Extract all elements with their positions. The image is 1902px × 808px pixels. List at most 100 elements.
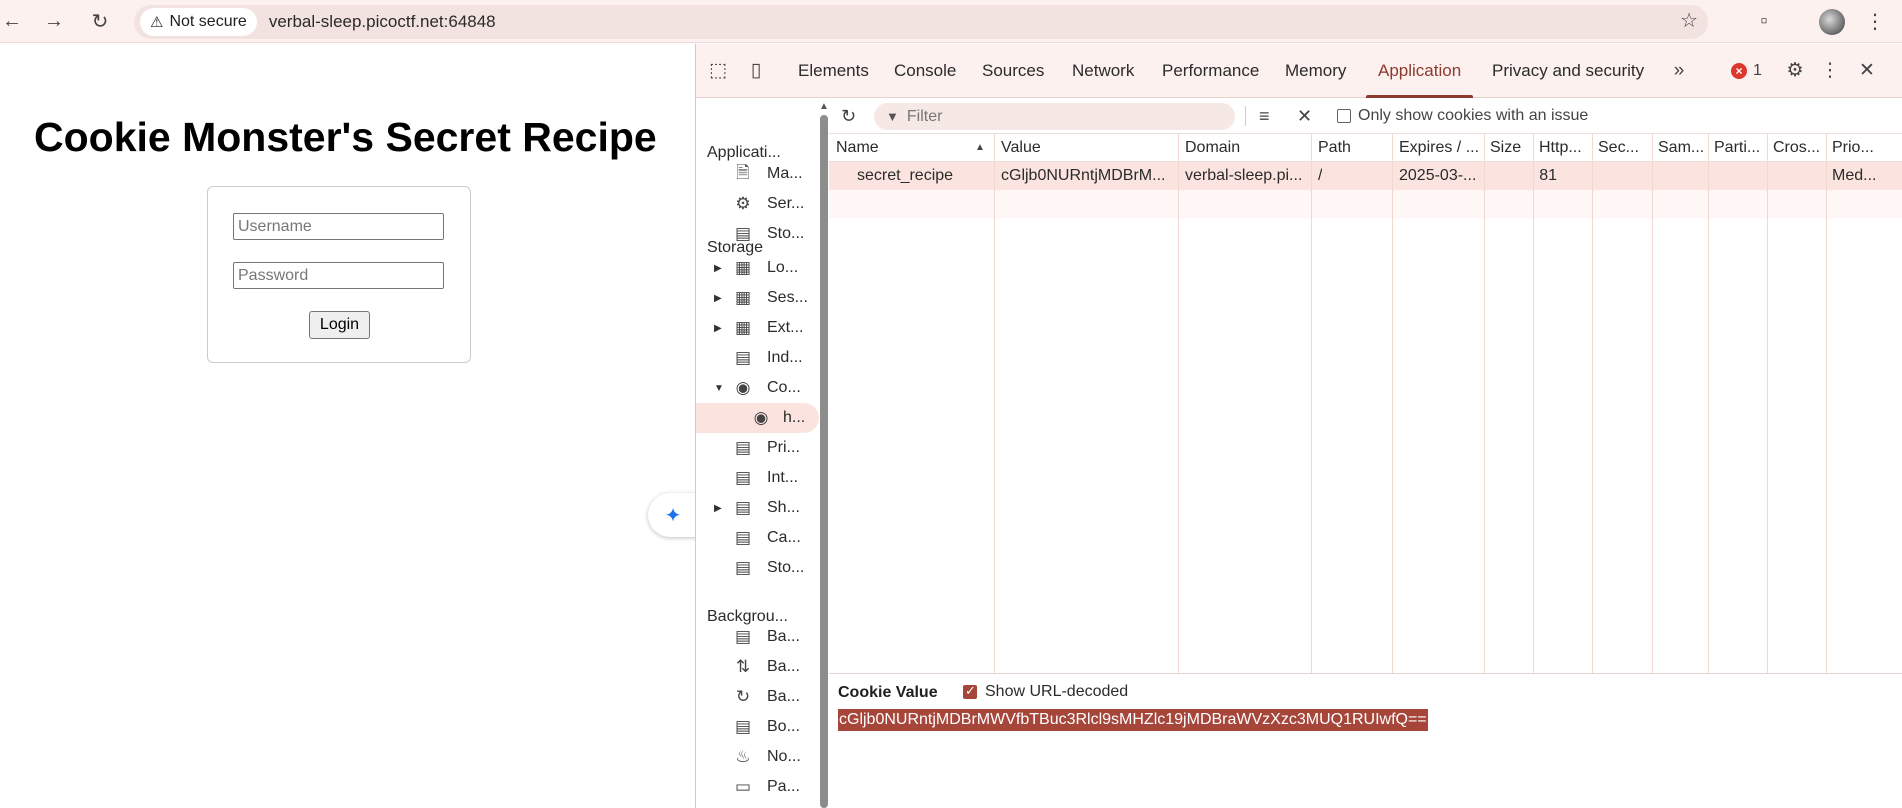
more-tabs-icon[interactable]: »: [1666, 44, 1692, 98]
expand-arrow-icon[interactable]: ▶: [714, 323, 722, 334]
column-header-path[interactable]: Path: [1318, 134, 1392, 162]
close-devtools-icon[interactable]: ✕: [1854, 44, 1880, 98]
settings-gear-icon[interactable]: ⚙: [1781, 44, 1809, 98]
sidebar-item-bounce-tracking[interactable]: ▤ Bo...: [696, 712, 819, 742]
sidebar-item-private-state-tokens[interactable]: ▤ Pri...: [696, 433, 819, 463]
expand-arrow-icon[interactable]: ▶: [714, 293, 722, 304]
sidebar-item-background-fetch[interactable]: ⇅ Ba...: [696, 652, 819, 682]
sidebar-item-indexeddb[interactable]: ▤ Ind...: [696, 343, 819, 373]
refresh-icon[interactable]: ↻: [841, 99, 856, 133]
column-header-samesite[interactable]: Sam...: [1658, 134, 1708, 162]
cookie-value-text[interactable]: cGljb0NURntjMDBrMWVfbTBuc3Rlcl9sMHZlc19j…: [838, 709, 1428, 731]
tab-privacy-and-security[interactable]: Privacy and security: [1492, 44, 1644, 98]
table-row[interactable]: secret_recipe cGljb0NURntjMDBrM... verba…: [829, 162, 1902, 190]
password-input[interactable]: [233, 262, 444, 289]
sidebar-item-shared-storage[interactable]: ▶ ▤ Sh...: [696, 493, 819, 523]
back-icon[interactable]: ←: [0, 0, 34, 43]
sidebar-item-interest-groups[interactable]: ▤ Int...: [696, 463, 819, 493]
bookmark-star-icon[interactable]: ☆: [1680, 8, 1698, 33]
security-chip[interactable]: ⚠ Not secure: [140, 8, 257, 36]
sidebar-item-label: Sto...: [767, 225, 805, 242]
address-bar[interactable]: ⚠ Not secure verbal-sleep.picoctf.net:64…: [134, 5, 1708, 39]
expand-arrow-icon[interactable]: ▶: [714, 503, 722, 514]
delete-selected-icon[interactable]: ✕: [1297, 99, 1312, 133]
show-url-decoded-toggle[interactable]: Show URL-decoded: [963, 683, 1128, 701]
column-divider[interactable]: [1592, 134, 1593, 673]
extensions-icon[interactable]: ▫: [1746, 0, 1782, 43]
sidebar-item-background-sync[interactable]: ↻ Ba...: [696, 682, 819, 712]
cookie-icon: ◉: [753, 408, 769, 427]
column-header-expires[interactable]: Expires / ...: [1399, 134, 1483, 162]
tab-memory[interactable]: Memory: [1285, 44, 1346, 98]
tab-network[interactable]: Network: [1072, 44, 1134, 98]
column-header-size[interactable]: Size: [1490, 134, 1530, 162]
sidebar-item-cookies[interactable]: ▼ ◉ Co...: [696, 373, 819, 403]
column-header-value[interactable]: Value: [1001, 134, 1177, 162]
devtools-panel: ⬚ ▯ Elements Console Sources Network Per…: [695, 44, 1902, 808]
scrollbar-thumb[interactable]: [820, 115, 828, 808]
sidebar-item-session-storage[interactable]: ▶ ▦ Ses...: [696, 283, 819, 313]
login-button[interactable]: Login: [309, 311, 370, 339]
column-divider[interactable]: [1652, 134, 1653, 673]
browser-toolbar: ← → ↻ ⚠ Not secure verbal-sleep.picoctf.…: [0, 0, 1902, 43]
column-divider[interactable]: [1484, 134, 1485, 673]
column-header-name[interactable]: Name: [836, 134, 986, 162]
login-button-wrap: Login: [309, 311, 370, 339]
sidebar-item-notifications[interactable]: ♨ No...: [696, 742, 819, 772]
sidebar-item-label: Sto...: [767, 559, 805, 576]
sidebar-item-local-storage[interactable]: ▶ ▦ Lo...: [696, 253, 819, 283]
column-header-cross-site[interactable]: Cros...: [1773, 134, 1823, 162]
column-divider[interactable]: [1826, 134, 1827, 673]
column-header-secure[interactable]: Sec...: [1598, 134, 1648, 162]
column-divider[interactable]: [1767, 134, 1768, 673]
sidebar-item-label: No...: [767, 748, 801, 765]
collapse-arrow-icon[interactable]: ▼: [714, 383, 724, 394]
ai-assistant-button[interactable]: ✦: [648, 493, 698, 537]
issue-filter-label: Only show cookies with an issue: [1358, 107, 1589, 124]
tab-performance[interactable]: Performance: [1162, 44, 1259, 98]
sidebar-scrollbar[interactable]: ▲: [819, 99, 829, 808]
url-text[interactable]: verbal-sleep.picoctf.net:64848: [269, 12, 496, 32]
tab-console[interactable]: Console: [894, 44, 956, 98]
profile-avatar[interactable]: [1814, 0, 1850, 43]
reload-icon[interactable]: ↻: [78, 0, 122, 43]
sort-ascending-icon[interactable]: ▲: [975, 134, 985, 162]
column-divider[interactable]: [1533, 134, 1534, 673]
column-divider[interactable]: [1392, 134, 1393, 673]
checkbox[interactable]: [1337, 109, 1351, 123]
sidebar-item-extension-storage[interactable]: ▶ ▦ Ext...: [696, 313, 819, 343]
column-header-httponly[interactable]: Http...: [1539, 134, 1589, 162]
tab-sources[interactable]: Sources: [982, 44, 1044, 98]
forward-icon[interactable]: →: [32, 0, 76, 43]
column-divider[interactable]: [994, 134, 995, 673]
column-header-domain[interactable]: Domain: [1185, 134, 1311, 162]
column-header-priority[interactable]: Prio...: [1832, 134, 1892, 162]
sidebar-item-storage-buckets[interactable]: ▤ Sto...: [696, 553, 819, 583]
sidebar-item-cookie-origin[interactable]: ◉ h...: [696, 403, 819, 433]
sidebar-item-payment-handler[interactable]: ▭ Pa...: [696, 772, 819, 802]
filter-input[interactable]: ▼ Filter: [874, 103, 1235, 130]
expand-arrow-icon[interactable]: ▶: [714, 263, 722, 274]
checkbox[interactable]: [963, 683, 977, 699]
error-counter[interactable]: × 1: [1731, 44, 1762, 98]
sidebar-item-service-workers[interactable]: ⚙ Ser...: [696, 189, 819, 219]
tab-application[interactable]: Application: [1365, 44, 1474, 98]
sidebar-item-manifest[interactable]: 🗎 Ma...: [696, 159, 819, 189]
username-input[interactable]: [233, 213, 444, 240]
scroll-up-arrow-icon[interactable]: ▲: [819, 101, 829, 112]
cookie-value-title: Cookie Value: [838, 684, 938, 701]
column-divider[interactable]: [1178, 134, 1179, 673]
clear-filtered-cookies-icon[interactable]: ≡: [1259, 99, 1270, 133]
tab-elements[interactable]: Elements: [798, 44, 869, 98]
column-header-partition-key[interactable]: Parti...: [1714, 134, 1764, 162]
only-issue-cookies-toggle[interactable]: Only show cookies with an issue: [1337, 99, 1588, 133]
browser-menu-icon[interactable]: ⋮: [1860, 0, 1890, 43]
column-divider[interactable]: [1311, 134, 1312, 673]
inspect-element-icon[interactable]: ⬚: [704, 44, 732, 98]
database-icon: ▤: [734, 627, 752, 646]
sidebar-item-cache-storage[interactable]: ▤ Ca...: [696, 523, 819, 553]
sidebar-item-back-forward-cache[interactable]: ▤ Ba...: [696, 622, 819, 652]
column-divider[interactable]: [1708, 134, 1709, 673]
devtools-menu-icon[interactable]: ⋮: [1820, 44, 1840, 98]
device-toolbar-icon[interactable]: ▯: [742, 44, 770, 98]
